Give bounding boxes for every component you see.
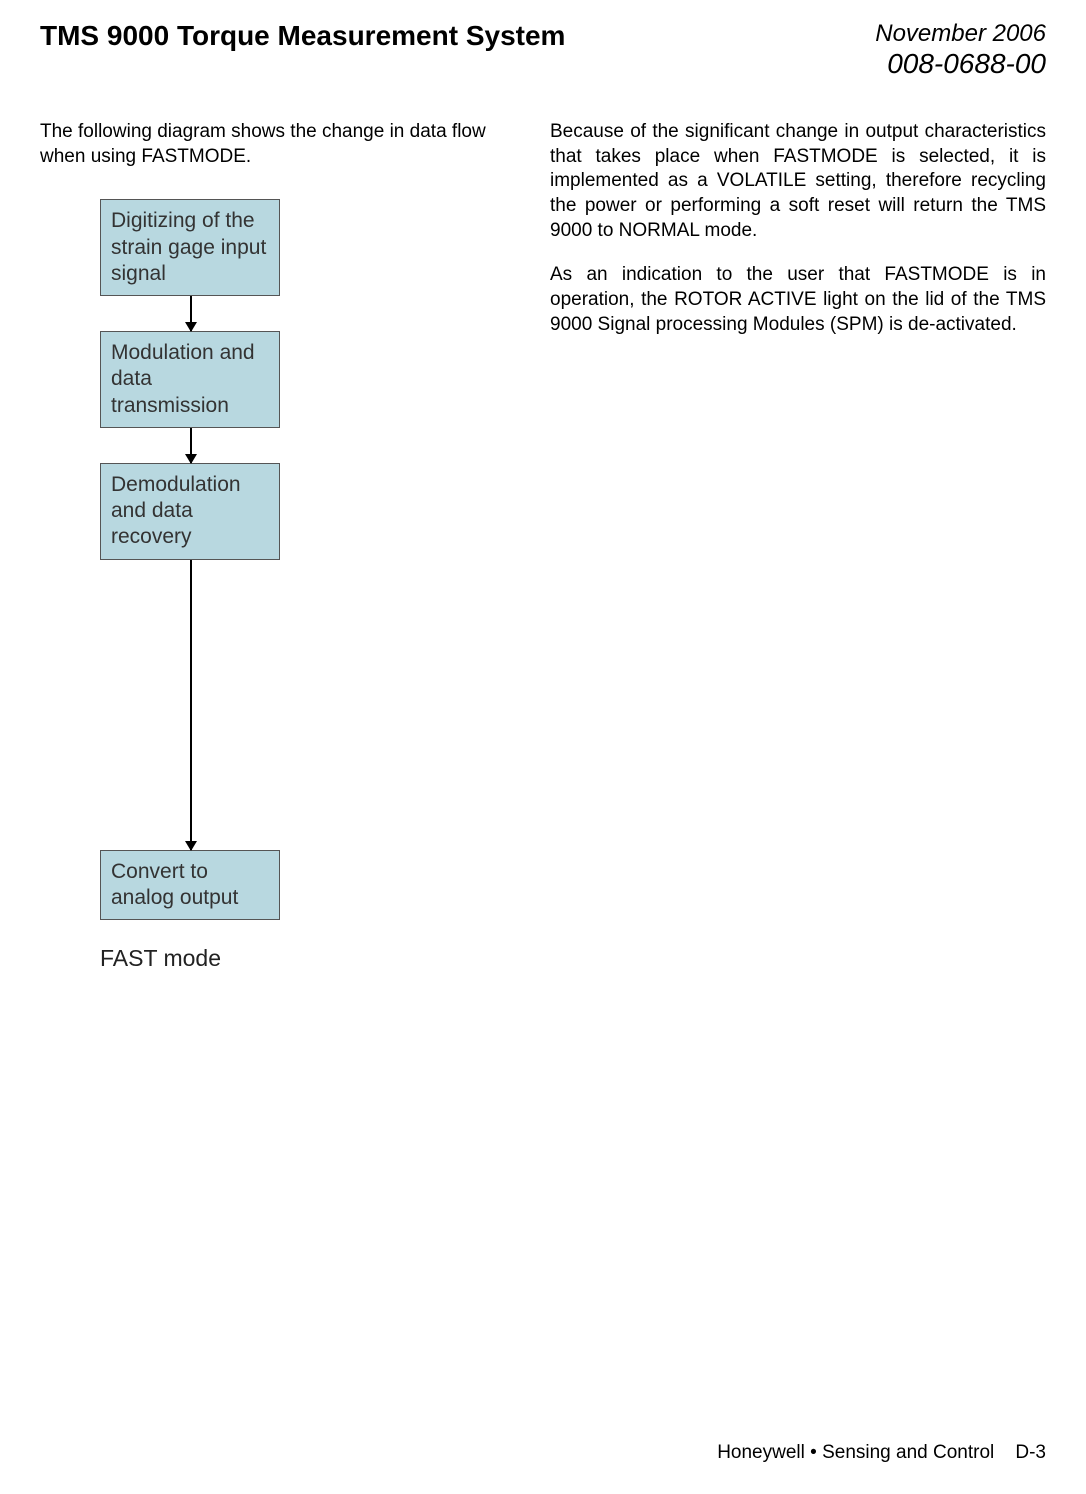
document-date: November 2006	[875, 20, 1046, 48]
document-number: 008-0688-00	[875, 48, 1046, 80]
page-header: TMS 9000 Torque Measurement System Novem…	[40, 20, 1046, 80]
flowchart-diagram: Digitizing of the strain gage input sign…	[100, 199, 500, 972]
diagram-caption: FAST mode	[100, 945, 500, 972]
paragraph-rotor-active: As an indication to the user that FASTMO…	[550, 263, 1046, 337]
flow-box-convert: Convert to analog output	[100, 850, 280, 921]
header-meta: November 2006 008-0688-00	[875, 20, 1046, 80]
right-column: Because of the significant change in out…	[550, 120, 1046, 972]
bullet-icon: •	[810, 1442, 817, 1463]
document-title: TMS 9000 Torque Measurement System	[40, 20, 565, 52]
footer-company: Honeywell	[717, 1442, 805, 1463]
footer-division: Sensing and Control	[822, 1442, 994, 1463]
page-footer: Honeywell • Sensing and Control D-3	[717, 1442, 1046, 1464]
footer-page-number: D-3	[1015, 1442, 1046, 1463]
flow-box-demodulation: Demodulation and data recovery	[100, 463, 280, 560]
intro-paragraph: The following diagram shows the change i…	[40, 120, 500, 169]
flow-box-modulation: Modulation and data transmission	[100, 331, 280, 428]
arrow-icon	[190, 296, 192, 331]
flow-box-digitizing: Digitizing of the strain gage input sign…	[100, 199, 280, 296]
arrow-icon	[190, 560, 192, 850]
content-columns: The following diagram shows the change i…	[40, 120, 1046, 972]
left-column: The following diagram shows the change i…	[40, 120, 500, 972]
paragraph-volatile: Because of the significant change in out…	[550, 120, 1046, 243]
arrow-icon	[190, 428, 192, 463]
